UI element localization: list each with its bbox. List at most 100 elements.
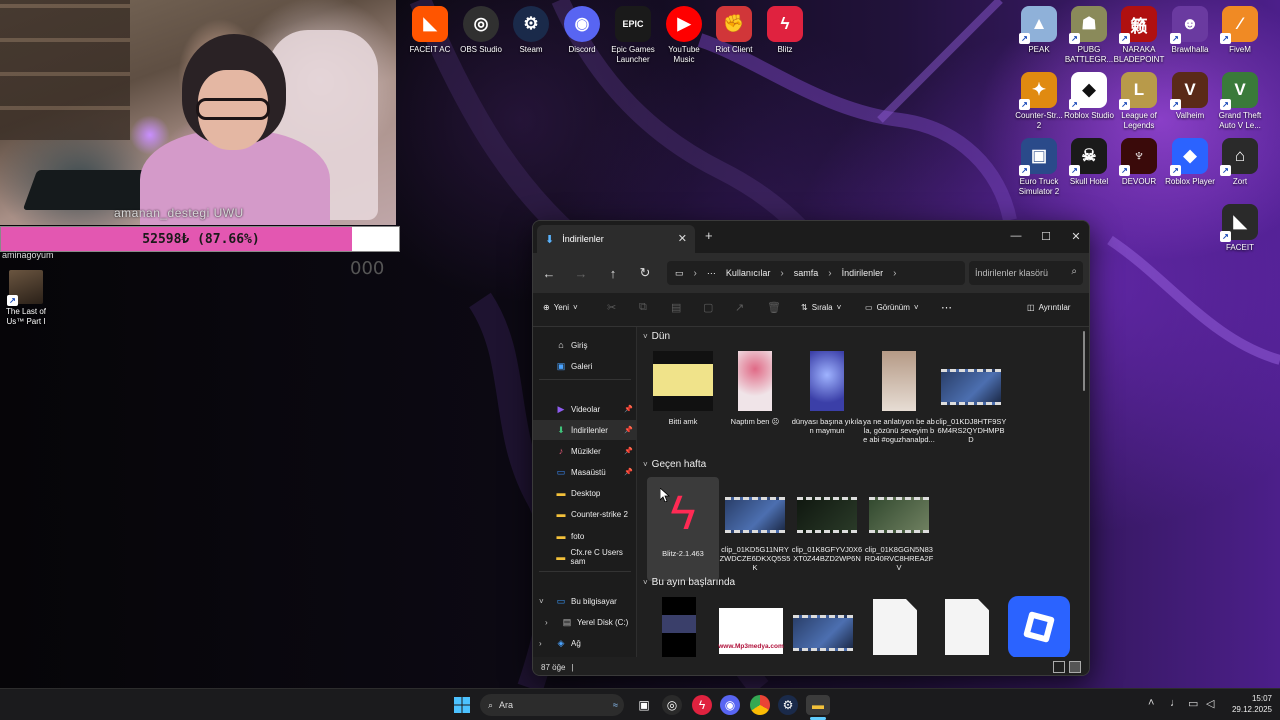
file-item[interactable]: RobloxPlayerInstaller (1) <box>1003 595 1075 657</box>
sidebar-item-müzikler[interactable]: ♪ Müzikler 📌 <box>533 441 637 461</box>
desktop-icon-devour[interactable]: ♆ ↗ DEVOUR <box>1112 138 1166 187</box>
sidebar-item-bu-bilgisayar[interactable]: ▭ Bu bilgisayar ˅ <box>533 591 637 611</box>
desktop-icon-youtube-music[interactable]: ▶ YouTube Music <box>657 6 711 65</box>
close-button[interactable]: ✕ <box>1061 221 1089 251</box>
minimize-button[interactable]: — <box>1001 221 1031 251</box>
desktop-icon-roblox-player[interactable]: ◆ ↗ Roblox Player <box>1163 138 1217 187</box>
forward-button[interactable]: → <box>571 263 591 283</box>
tab-downloads[interactable]: ⬇ İndirilenler ✕ <box>537 225 695 253</box>
search-input[interactable]: İndirilenler klasörü ⌕ <box>969 261 1083 285</box>
back-button[interactable]: ← <box>539 263 559 283</box>
sidebar-item-galeri[interactable]: ▣ Galeri <box>533 356 637 376</box>
breadcrumb-item[interactable]: Kullanıcılar <box>726 268 771 278</box>
sidebar-item-videolar[interactable]: ▶ Videolar 📌 <box>533 399 637 419</box>
copy-icon[interactable]: ⧉ <box>639 301 647 314</box>
group-header-dün[interactable]: ˅ Dün <box>643 331 670 342</box>
delete-icon[interactable]: 🗑 <box>767 301 781 314</box>
file-item[interactable]: clip_01KCQ2AMY8FP1F9E5T0EF0... <box>787 595 859 657</box>
file-item[interactable]: vanatorpack_TEKVUMPLK.rpf <box>931 595 1003 657</box>
maximize-button[interactable]: ☐ <box>1031 221 1061 251</box>
desktop-icon-brawlhalla[interactable]: ☻ ↗ Brawlhalla <box>1163 6 1217 55</box>
tab-close-icon[interactable]: ✕ <box>678 232 687 245</box>
blitz-taskbar-icon[interactable]: ϟ <box>692 695 712 715</box>
group-header-geçen-hafta[interactable]: ˅ Geçen hafta <box>643 459 706 470</box>
sidebar-item-desktop[interactable]: ▬ Desktop <box>533 483 637 503</box>
chrome-taskbar-icon[interactable] <box>750 695 770 715</box>
desktop-icon-grand-theft-auto-v-le[interactable]: V ↗ Grand Theft Auto V Le... <box>1213 72 1267 131</box>
group-header-bu-ayın-başlarında[interactable]: ˅ Bu ayın başlarında <box>643 577 735 588</box>
sidebar-item-ağ[interactable]: ◈ Ağ › <box>533 633 637 653</box>
paste-icon[interactable]: ▤ <box>671 301 681 314</box>
desktop-icon-blitz[interactable]: ϟ Blitz <box>758 6 812 55</box>
file-item[interactable]: clip_01K8GGN5N83RD40RVC8HREA2FV <box>863 477 935 581</box>
desktop-icon-valheim[interactable]: V ↗ Valheim <box>1163 72 1217 121</box>
sidebar-item-giriş[interactable]: ⌂ Giriş <box>533 335 637 355</box>
steam-taskbar-icon[interactable]: ⚙ <box>778 695 798 715</box>
desktop-icon-euro-truck-simulator-2[interactable]: ▣ ↗ Euro Truck Simulator 2 <box>1012 138 1066 197</box>
chevron-right-icon[interactable]: › <box>539 639 542 648</box>
microphone-icon[interactable]: ♩ <box>1170 697 1181 709</box>
file-explorer-window[interactable]: ⬇ İndirilenler ✕ + — ☐ ✕ ← → ↑ ↻ ▭ › ⋯ K… <box>532 220 1090 676</box>
file-explorer-taskbar-icon[interactable]: ▬ <box>806 695 830 715</box>
new-button[interactable]: ⊕ Yeni ˅ <box>543 303 578 312</box>
desktop-icon-counter-str-2[interactable]: ✦ ↗ Counter-Str... 2 <box>1012 72 1066 131</box>
sidebar-item-cfx-re-c-users-sam[interactable]: ▬ Cfx.re C Users sam <box>533 547 637 567</box>
obs-taskbar-icon[interactable]: ◎ <box>662 695 682 715</box>
desktop-icon-faceit-ac[interactable]: ◣ FACEIT AC <box>403 6 457 55</box>
task-view-icon[interactable]: ▣ <box>634 695 654 715</box>
start-button[interactable] <box>452 695 472 715</box>
up-button[interactable]: ↑ <box>603 263 623 283</box>
desktop-icon-pubg-battlegr[interactable]: ☗ ↗ PUBG BATTLEGR... <box>1062 6 1116 65</box>
desktop-icon-fivem[interactable]: ⁄ ↗ FiveM <box>1213 6 1267 55</box>
sort-button[interactable]: ⇅ Sırala ˅ <box>801 303 841 312</box>
rename-icon[interactable]: ▢ <box>703 301 713 314</box>
taskbar-search[interactable]: ⌕ Ara ≈ <box>480 694 624 716</box>
desktop-icon-skull-hotel[interactable]: ☠ ↗ Skull Hotel <box>1062 138 1116 187</box>
desktop-icon-steam[interactable]: ⚙ Steam <box>504 6 558 55</box>
file-item[interactable]: dünyası başına yıkılan maymun <box>791 349 863 453</box>
scrollbar[interactable] <box>1083 331 1085 391</box>
desktop-icon-discord[interactable]: ◉ Discord <box>555 6 609 55</box>
desktop-icon-obs-studio[interactable]: ◎ OBS Studio <box>454 6 508 55</box>
discord-taskbar-icon[interactable]: ◉ <box>720 695 740 715</box>
file-item[interactable]: Adsız video - Clipchamp ile... <box>643 595 715 657</box>
sidebar-item-masaüstü[interactable]: ▭ Masaüstü 📌 <box>533 462 637 482</box>
desktop-icon-zort[interactable]: ⌂ ↗ Zort <box>1213 138 1267 187</box>
breadcrumb-more-icon[interactable]: ⋯ <box>707 268 716 279</box>
file-item[interactable]: Naptım ben ☹ <box>719 349 791 453</box>
desktop-icon-riot-client[interactable]: ✊ Riot Client <box>707 6 761 55</box>
file-item[interactable]: Bitti amk <box>647 349 719 453</box>
cut-icon[interactable]: ✂ <box>607 301 616 314</box>
share-icon[interactable]: ↗ <box>735 301 744 314</box>
new-tab-button[interactable]: + <box>705 228 713 243</box>
desktop-icon-naraka-bladepoint[interactable]: 籁 ↗ NARAKA BLADEPOINT <box>1112 6 1166 65</box>
desktop-icon-faceit[interactable]: ◣ ↗ FACEIT <box>1213 204 1267 253</box>
refresh-button[interactable]: ↻ <box>635 263 655 283</box>
file-item[interactable]: ya ne anlatıyon be abla, gözünü seveyim … <box>863 349 935 453</box>
sidebar-item-i-ndirilenler[interactable]: ⬇ İndirilenler 📌 <box>533 420 637 440</box>
breadcrumb-item[interactable]: İndirilenler <box>842 268 884 278</box>
file-item[interactable]: ϟ Blitz-2.1.463 <box>647 477 719 581</box>
clock[interactable]: 15:07 29.12.2025 <box>1222 693 1272 715</box>
chevron-right-icon[interactable]: › <box>545 618 548 627</box>
file-item[interactable]: www.Mp3medya.comSansar-Salvo-Bombalar-Ha… <box>715 595 787 657</box>
title-bar[interactable]: ⬇ İndirilenler ✕ + — ☐ ✕ <box>533 221 1089 253</box>
file-item[interactable]: clip_01K8GFYVJ0X6XT0Z44BZD2WP6N <box>791 477 863 581</box>
chevron-down-icon[interactable]: ˅ <box>539 597 544 606</box>
show-hidden-icons-icon[interactable]: ˄ <box>1148 697 1154 709</box>
volume-icon[interactable]: ◁ <box>1206 697 1214 710</box>
desktop-icon-the-last-of-us[interactable]: ↗ The Last of Us™ Part I <box>0 270 52 327</box>
details-view-button[interactable] <box>1053 661 1065 673</box>
breadcrumb[interactable]: ▭ › ⋯ Kullanıcılar › samfa › İndirilenle… <box>667 261 965 285</box>
view-button[interactable]: ▭ Görünüm ˅ <box>865 303 919 312</box>
details-button[interactable]: ◫ Ayrıntılar <box>1027 303 1070 312</box>
sidebar-item-counter-strike-2[interactable]: ▬ Counter-strike 2 <box>533 504 637 524</box>
sidebar-item-foto[interactable]: ▬ foto <box>533 526 637 546</box>
desktop-icon-epic-games-launcher[interactable]: EPIC Epic Games Launcher <box>606 6 660 65</box>
file-item[interactable]: nostamina.rpf <box>859 595 931 657</box>
sidebar-item-yerel-disk-c[interactable]: ▤ Yerel Disk (C:) › <box>533 612 637 632</box>
more-options-icon[interactable]: ⋯ <box>941 301 952 314</box>
breadcrumb-item[interactable]: samfa <box>794 268 819 278</box>
large-icons-view-button[interactable] <box>1069 661 1081 673</box>
network-icon[interactable]: ▭ <box>1188 697 1198 710</box>
